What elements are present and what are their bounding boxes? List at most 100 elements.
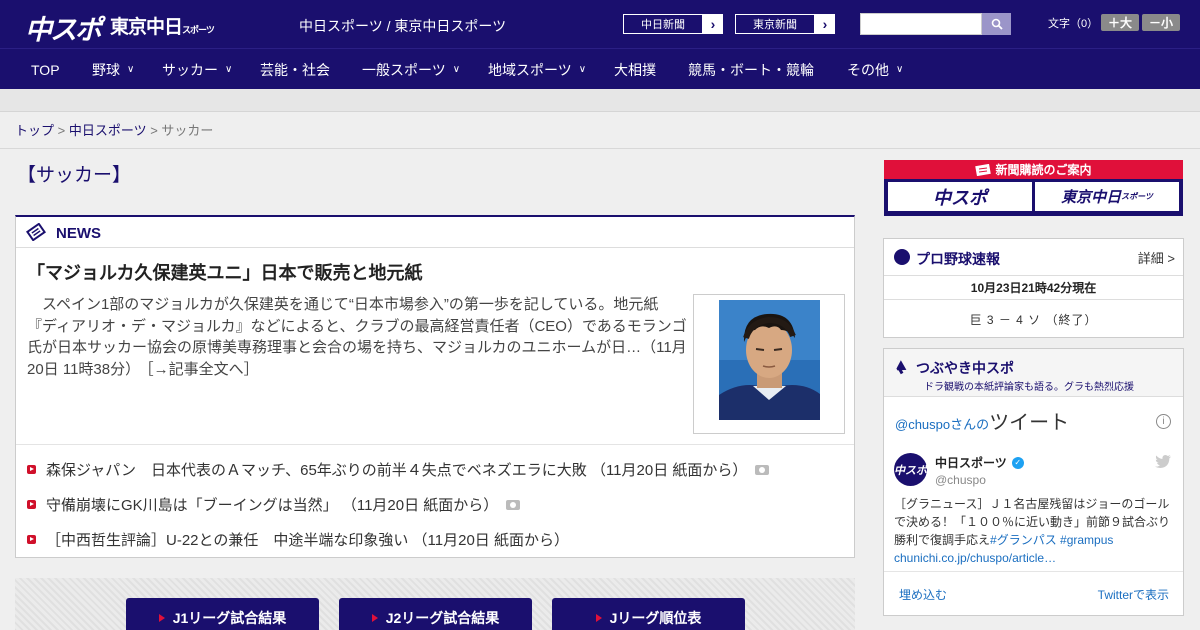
chunichi-shimbun-link[interactable]: 中日新聞 › [622, 13, 724, 35]
nav-item-top[interactable]: TOP [31, 49, 60, 90]
newspaper-icon [975, 163, 992, 176]
news-photo-frame[interactable] [693, 294, 845, 434]
subscription-title: 新聞購読のご案内 [995, 163, 1092, 177]
search-input[interactable] [860, 13, 982, 35]
embed-link[interactable]: 埋め込む [899, 586, 947, 603]
chevron-down-icon: ∨ [896, 64, 904, 75]
chunichi-shimbun-label: 中日新聞 [623, 14, 703, 34]
subscribe-tokyo-button[interactable]: 東京中日 スポーツ [1035, 182, 1179, 211]
baseball-title: プロ野球速報 [916, 251, 1000, 267]
tweet-heading-word: ツイート [989, 412, 1070, 434]
play-bullet-icon [27, 465, 36, 474]
news-list-item[interactable]: 守備崩壊にGK川島は「ブーイングは当然」 （11月20日 紙面から） [27, 494, 521, 515]
nav-label: サッカー [162, 61, 218, 78]
site-names: 中日スポーツ / 東京中日スポーツ [299, 18, 507, 34]
baseball-live-box: プロ野球速報 詳細 > 10月23日21時42分現在 巨 3 － 4 ソ （終了… [883, 238, 1184, 338]
tweet-text: ［グラニュース］Ｊ１名古屋残留はジョーのゴールで決める！「１００％に近い動き」前… [894, 495, 1179, 567]
tweet-box-subtitle: ドラ観戦の本紙評論家も語る。グラも熱烈応援 [924, 382, 1134, 393]
jleague-standings-button[interactable]: Jリーグ順位表 [552, 598, 745, 630]
page-title: 【サッカー】 [17, 165, 132, 186]
chevron-down-icon: ∨ [452, 64, 461, 75]
nav-label: 芸能・社会 [260, 61, 330, 78]
tweet-box-header: つぶやき中スポ ドラ観戦の本紙評論家も語る。グラも熱烈応援 [884, 349, 1183, 397]
subscribe-chuspo-button[interactable]: 中スポ [888, 182, 1032, 211]
news-label: NEWS [56, 225, 101, 242]
subscribe-tokyo-label: 東京中日 [1061, 188, 1122, 206]
tweet-link[interactable]: chunichi.co.jp/chuspo/article… [894, 551, 1056, 565]
news-list-item[interactable]: 森保ジャパン 日本代表のＡマッチ、65年ぶりの前半４失点でベネズエラに大敗 （1… [27, 459, 770, 480]
tweet-account-handle[interactable]: @chuspo [935, 473, 986, 487]
divider [0, 148, 1200, 149]
tokyo-shimbun-link[interactable]: 東京新聞 › [734, 13, 836, 35]
tweet-heading-handle[interactable]: @chuspoさんの [895, 417, 989, 432]
baseball-score[interactable]: 巨 3 － 4 ソ （終了） [884, 300, 1183, 338]
play-bullet-icon [27, 535, 36, 544]
breadcrumb-top[interactable]: トップ [15, 123, 54, 138]
nav-item-regional-sports[interactable]: 地域スポーツ ∨ [488, 49, 586, 90]
nav-item-baseball[interactable]: 野球 ∨ [92, 49, 134, 90]
nav-item-entertainment[interactable]: 芸能・社会 [260, 49, 330, 90]
newspaper-icon [26, 223, 46, 241]
j1-results-button[interactable]: J1リーグ試合結果 [126, 598, 319, 630]
news-photo [719, 300, 820, 420]
triangle-right-icon [371, 614, 378, 622]
news-list-item[interactable]: ［中西哲生評論］U-22との兼任 中途半端な印象強い （11月20日 紙面から） [27, 529, 569, 550]
nav-item-soccer[interactable]: サッカー ∨ [162, 49, 232, 90]
chuspo-logo[interactable]: 中スポ [25, 8, 102, 47]
tokyo-logo-small: スポーツ [182, 26, 215, 36]
chevron-right-icon: › [710, 16, 716, 32]
tokyo-shimbun-label: 東京新聞 [735, 14, 815, 34]
tweet-hashtags[interactable]: #グランパス #grampus [990, 533, 1113, 547]
subscription-header: 新聞購読のご案内 [884, 160, 1183, 179]
subscription-banner: 新聞購読のご案内 中スポ 東京中日 スポーツ [884, 160, 1183, 216]
tweet-box: つぶやき中スポ ドラ観戦の本紙評論家も語る。グラも熱烈応援 @chuspoさんの… [883, 348, 1184, 616]
triangle-right-icon [595, 614, 602, 622]
triangle-right-icon [158, 614, 165, 622]
news-headline[interactable]: 「マジョルカ久保建英ユニ」日本で販売と地元紙 [27, 259, 422, 285]
news-lead-text: スペイン1部のマジョルカが久保建英を通じて“日本市場参入”の第一歩を記している。… [27, 296, 687, 378]
baseball-header: プロ野球速報 詳細 > [884, 239, 1183, 276]
read-more-link[interactable]: ［→記事全文へ］ [146, 361, 259, 378]
nav-label: その他 [847, 61, 889, 78]
search-icon [991, 18, 1003, 30]
nav-item-sumo[interactable]: 大相撲 [614, 49, 656, 90]
j2-results-button[interactable]: J2リーグ試合結果 [339, 598, 532, 630]
twitter-bird-icon [1155, 455, 1171, 468]
camera-icon [506, 499, 521, 510]
view-on-twitter-link[interactable]: Twitterで表示 [1098, 586, 1169, 603]
tweet-heading: @chuspoさんのツイート [895, 406, 1069, 435]
nav-label: TOP [31, 61, 60, 78]
play-bullet-icon [27, 500, 36, 509]
news-header: NEWS [16, 217, 854, 248]
font-bigger-button[interactable]: ＋大 [1101, 14, 1139, 31]
j2-results-label: J2リーグ試合結果 [385, 610, 500, 626]
megaphone-icon [896, 360, 907, 375]
font-size-label: 文字（0） [1048, 18, 1099, 30]
divider [16, 444, 854, 445]
baseball-icon [894, 249, 910, 265]
font-smaller-button[interactable]: －小 [1142, 14, 1180, 31]
tokyo-chunichi-logo[interactable]: 東京中日スポーツ [110, 12, 215, 39]
nav-item-other[interactable]: その他 ∨ [847, 49, 903, 90]
search-button[interactable] [982, 13, 1011, 35]
baseball-detail-link[interactable]: 詳細 > [1138, 248, 1175, 267]
news-lead: スペイン1部のマジョルカが久保建英を通じて“日本市場参入”の第一歩を記している。… [27, 294, 687, 380]
breadcrumb-chunichi-sports[interactable]: 中日スポーツ [69, 123, 147, 138]
chevron-down-icon: ∨ [127, 64, 135, 75]
breadcrumb-sep: > [146, 123, 162, 138]
baseball-timestamp: 10月23日21時42分現在 [884, 276, 1183, 300]
nav-label: 野球 [92, 61, 120, 78]
divider [884, 571, 1183, 572]
breadcrumb-current: サッカー [161, 123, 214, 138]
j1-results-label: J1リーグ試合結果 [172, 610, 287, 626]
verified-badge-icon: ✓ [1011, 456, 1024, 469]
subscribe-tokyo-small: スポーツ [1121, 192, 1153, 201]
info-icon[interactable]: i [1156, 414, 1171, 429]
tweet-account-name[interactable]: 中日スポーツ ✓ [935, 454, 1024, 471]
avatar[interactable]: 中スポ [894, 453, 927, 486]
nav-item-general-sports[interactable]: 一般スポーツ ∨ [362, 49, 460, 90]
chevron-down-icon: ∨ [578, 64, 587, 75]
chevron-down-icon: ∨ [225, 64, 233, 75]
nav-item-racing[interactable]: 競馬・ボート・競輪 [688, 49, 814, 90]
breadcrumb-sep: > [54, 123, 69, 138]
